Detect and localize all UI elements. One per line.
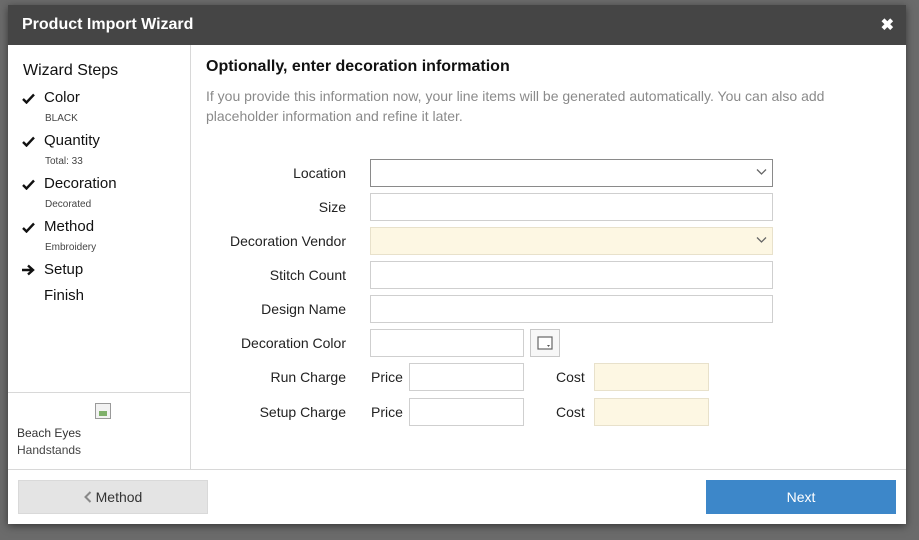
vendor-row: Decoration Vendor	[192, 227, 892, 255]
step-label: Method	[44, 218, 95, 235]
run-charge-cost-input[interactable]	[594, 363, 709, 391]
design-name-label: Design Name	[261, 301, 346, 317]
next-button[interactable]: Next	[706, 480, 896, 514]
size-row: Size	[192, 193, 892, 221]
wizard-steps-sidebar: Wizard Steps Color BLACK Quantity Total:…	[8, 45, 191, 469]
dialog-body: Wizard Steps Color BLACK Quantity Total:…	[8, 45, 906, 469]
step-setup[interactable]: Setup	[8, 261, 190, 287]
step-summary: Embroidery	[45, 242, 97, 253]
wizard-main-panel: Optionally, enter decoration information…	[192, 45, 906, 469]
color-swatch-icon	[537, 336, 553, 350]
product-style: Handstands	[17, 443, 82, 457]
arrow-right-icon	[21, 263, 35, 277]
run-charge-row: Run Charge Price Cost	[192, 363, 892, 391]
setup-charge-price-label: Price	[371, 404, 403, 420]
design-name-input[interactable]	[370, 295, 773, 323]
stitch-count-row: Stitch Count	[192, 261, 892, 289]
page-title: Optionally, enter decoration information	[206, 58, 510, 75]
design-name-row: Design Name	[192, 295, 892, 323]
back-button-label: Method	[95, 489, 143, 505]
decoration-color-label: Decoration Color	[240, 335, 346, 351]
stitch-count-input[interactable]	[370, 261, 773, 289]
decoration-vendor-label: Decoration Vendor	[230, 233, 346, 249]
step-summary: Decorated	[45, 199, 92, 210]
check-icon	[21, 177, 35, 191]
step-label: Quantity	[44, 132, 100, 149]
product-import-wizard-dialog: Product Import Wizard ✖ Wizard Steps Col…	[8, 5, 906, 524]
setup-charge-cost-input[interactable]	[594, 398, 709, 426]
close-icon[interactable]: ✖	[881, 15, 894, 35]
size-label: Size	[318, 199, 346, 215]
run-charge-price-input[interactable]	[409, 363, 524, 391]
back-button[interactable]: Method	[18, 480, 208, 514]
run-charge-cost-label: Cost	[556, 369, 585, 385]
setup-charge-cost-label: Cost	[556, 404, 585, 420]
product-name: Beach Eyes	[17, 426, 82, 440]
wizard-steps-list: Color BLACK Quantity Total: 33 Decoratio…	[8, 89, 190, 313]
check-icon	[21, 134, 35, 148]
decoration-color-row: Decoration Color	[192, 329, 892, 357]
setup-charge-label: Setup Charge	[259, 404, 346, 420]
step-label: Color	[44, 89, 80, 106]
step-label: Setup	[44, 261, 84, 278]
dialog-titlebar: Product Import Wizard ✖	[8, 5, 906, 45]
stitch-count-label: Stitch Count	[269, 267, 346, 283]
step-summary: BLACK	[45, 113, 78, 124]
dialog-title: Product Import Wizard	[22, 16, 194, 33]
location-row: Location	[192, 159, 892, 187]
check-icon	[21, 220, 35, 234]
step-method[interactable]: Method Embroidery	[8, 218, 190, 261]
step-finish[interactable]: Finish	[8, 287, 190, 313]
help-text: If you provide this information now, you…	[206, 88, 825, 124]
location-select[interactable]	[370, 159, 773, 187]
location-label: Location	[293, 165, 346, 181]
step-summary: Total: 33	[45, 156, 83, 167]
chevron-down-icon	[756, 169, 767, 175]
size-input[interactable]	[370, 193, 773, 221]
step-quantity[interactable]: Quantity Total: 33	[8, 132, 190, 175]
color-picker-button[interactable]	[530, 329, 560, 357]
run-charge-price-label: Price	[371, 369, 403, 385]
run-charge-label: Run Charge	[270, 369, 347, 385]
decoration-vendor-select[interactable]	[370, 227, 773, 255]
chevron-down-icon	[756, 237, 767, 243]
product-summary: Beach Eyes Handstands	[8, 392, 190, 469]
setup-charge-row: Setup Charge Price Cost	[192, 398, 892, 426]
check-icon	[21, 91, 35, 105]
decoration-color-input[interactable]	[370, 329, 524, 357]
setup-charge-price-input[interactable]	[409, 398, 524, 426]
chevron-left-icon	[83, 491, 91, 503]
step-decoration[interactable]: Decoration Decorated	[8, 175, 190, 218]
step-label: Finish	[44, 287, 85, 304]
next-button-label: Next	[786, 489, 816, 505]
step-label: Decoration	[44, 175, 117, 192]
wizard-steps-heading: Wizard Steps	[23, 62, 119, 79]
product-image-icon	[95, 403, 111, 419]
dialog-footer: Method Next	[8, 469, 906, 524]
step-color[interactable]: Color BLACK	[8, 89, 190, 132]
